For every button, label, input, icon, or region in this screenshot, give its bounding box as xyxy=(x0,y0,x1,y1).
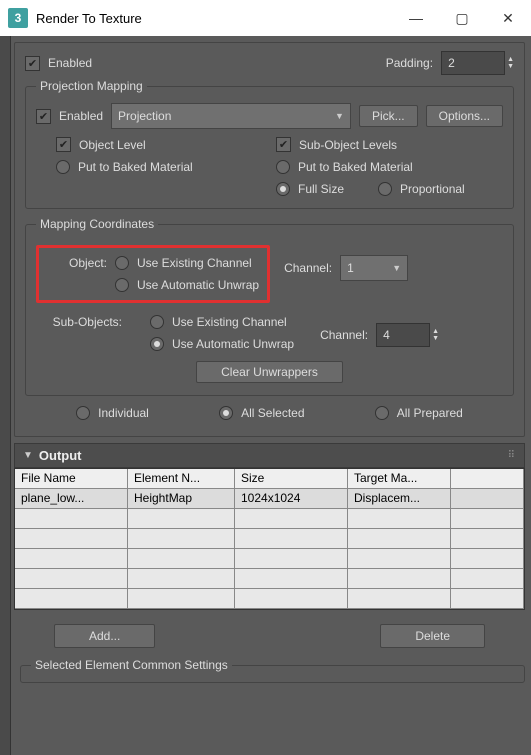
channel1-dropdown[interactable]: 1 ▼ xyxy=(340,255,408,281)
output-table: File Name Element N... Size Target Ma...… xyxy=(14,468,525,610)
projection-dropdown[interactable]: Projection ▼ xyxy=(111,103,351,129)
put-baked-left-radio[interactable] xyxy=(56,160,70,174)
full-size-radio[interactable] xyxy=(276,182,290,196)
table-header-row: File Name Element N... Size Target Ma... xyxy=(15,469,524,489)
padding-spinner[interactable]: ▲▼ xyxy=(441,51,514,75)
channel1-value: 1 xyxy=(347,261,354,275)
title-bar: 3 Render To Texture — ▢ ✕ xyxy=(0,0,531,36)
spinner-arrows-icon[interactable]: ▲▼ xyxy=(432,323,439,347)
projection-mapping-group: Projection Mapping Enabled Projection ▼ … xyxy=(25,79,514,209)
chevron-down-icon: ▼ xyxy=(392,263,401,273)
left-dock-strip xyxy=(0,36,11,755)
all-prepared-label: All Prepared xyxy=(397,406,463,420)
table-row[interactable]: plane_low... HeightMap 1024x1024 Displac… xyxy=(15,489,524,509)
chevron-down-icon: ▼ xyxy=(335,111,344,121)
output-section-header[interactable]: ▼ Output ⠿ xyxy=(14,443,525,468)
table-row-empty xyxy=(15,589,524,609)
enabled-label: Enabled xyxy=(48,56,92,70)
proj-enabled-label: Enabled xyxy=(59,109,103,123)
subobj-label: Sub-Objects: xyxy=(36,315,122,329)
channel4-label: Channel: xyxy=(320,328,368,342)
table-row-empty xyxy=(15,509,524,529)
sub-object-levels-checkbox[interactable] xyxy=(276,137,291,152)
highlight-box: Object: Use Existing Channel Use Automat… xyxy=(36,245,270,303)
put-baked-right-label: Put to Baked Material xyxy=(298,160,413,174)
all-selected-radio[interactable] xyxy=(219,406,233,420)
delete-button[interactable]: Delete xyxy=(380,624,485,648)
obj-use-auto-label: Use Automatic Unwrap xyxy=(137,278,259,292)
close-button[interactable]: ✕ xyxy=(485,0,531,36)
all-prepared-radio[interactable] xyxy=(375,406,389,420)
collapse-triangle-icon: ▼ xyxy=(23,450,33,461)
col-file-name[interactable]: File Name xyxy=(15,469,128,489)
col-element-name[interactable]: Element N... xyxy=(128,469,235,489)
projection-dropdown-value: Projection xyxy=(118,109,171,123)
table-row-empty xyxy=(15,569,524,589)
put-baked-left-label: Put to Baked Material xyxy=(78,160,193,174)
subobj-use-auto-radio[interactable] xyxy=(150,337,164,351)
proportional-label: Proportional xyxy=(400,182,465,196)
table-row-empty xyxy=(15,529,524,549)
window-title: Render To Texture xyxy=(36,11,393,26)
minimize-button[interactable]: — xyxy=(393,0,439,36)
all-selected-label: All Selected xyxy=(241,406,304,420)
col-size[interactable]: Size xyxy=(235,469,348,489)
subobj-use-auto-label: Use Automatic Unwrap xyxy=(172,337,294,351)
col-target-map[interactable]: Target Ma... xyxy=(348,469,451,489)
individual-radio[interactable] xyxy=(76,406,90,420)
grip-icon: ⠿ xyxy=(508,450,516,461)
channel1-label: Channel: xyxy=(284,261,332,275)
padding-input[interactable] xyxy=(441,51,505,75)
mapping-coordinates-group: Mapping Coordinates Object: Use Existing… xyxy=(25,217,514,396)
channel4-input[interactable] xyxy=(376,323,430,347)
cell-size: 1024x1024 xyxy=(235,489,348,509)
projection-mapping-title: Projection Mapping xyxy=(36,79,147,93)
proj-enabled-checkbox[interactable] xyxy=(36,109,51,124)
proportional-radio[interactable] xyxy=(378,182,392,196)
options-button[interactable]: Options... xyxy=(426,105,503,127)
put-baked-right-radio[interactable] xyxy=(276,160,290,174)
cell-elem: HeightMap xyxy=(128,489,235,509)
sub-object-levels-label: Sub-Object Levels xyxy=(299,138,397,152)
col-spare xyxy=(451,469,524,489)
cell-spare xyxy=(451,489,524,509)
table-row-empty xyxy=(15,549,524,569)
cell-file: plane_low... xyxy=(15,489,128,509)
individual-label: Individual xyxy=(98,406,149,420)
app-logo-icon: 3 xyxy=(8,8,28,28)
object-label: Object: xyxy=(47,256,107,270)
cell-target: Displacem... xyxy=(348,489,451,509)
channel4-spinner[interactable]: ▲▼ xyxy=(376,323,439,347)
mapping-coordinates-title: Mapping Coordinates xyxy=(36,217,158,231)
subobj-use-existing-radio[interactable] xyxy=(150,315,164,329)
clear-unwrappers-button[interactable]: Clear Unwrappers xyxy=(196,361,343,383)
obj-use-existing-radio[interactable] xyxy=(115,256,129,270)
output-title: Output xyxy=(39,448,82,463)
add-button[interactable]: Add... xyxy=(54,624,155,648)
enabled-checkbox[interactable] xyxy=(25,56,40,71)
maximize-button[interactable]: ▢ xyxy=(439,0,485,36)
object-level-checkbox[interactable] xyxy=(56,137,71,152)
subobj-use-existing-label: Use Existing Channel xyxy=(172,315,287,329)
obj-use-auto-radio[interactable] xyxy=(115,278,129,292)
full-size-label: Full Size xyxy=(298,182,344,196)
padding-label: Padding: xyxy=(386,56,433,70)
spinner-arrows-icon[interactable]: ▲▼ xyxy=(507,51,514,75)
object-level-label: Object Level xyxy=(79,138,146,152)
pick-button[interactable]: Pick... xyxy=(359,105,418,127)
obj-use-existing-label: Use Existing Channel xyxy=(137,256,252,270)
selected-element-common-settings-title: Selected Element Common Settings xyxy=(31,658,232,672)
